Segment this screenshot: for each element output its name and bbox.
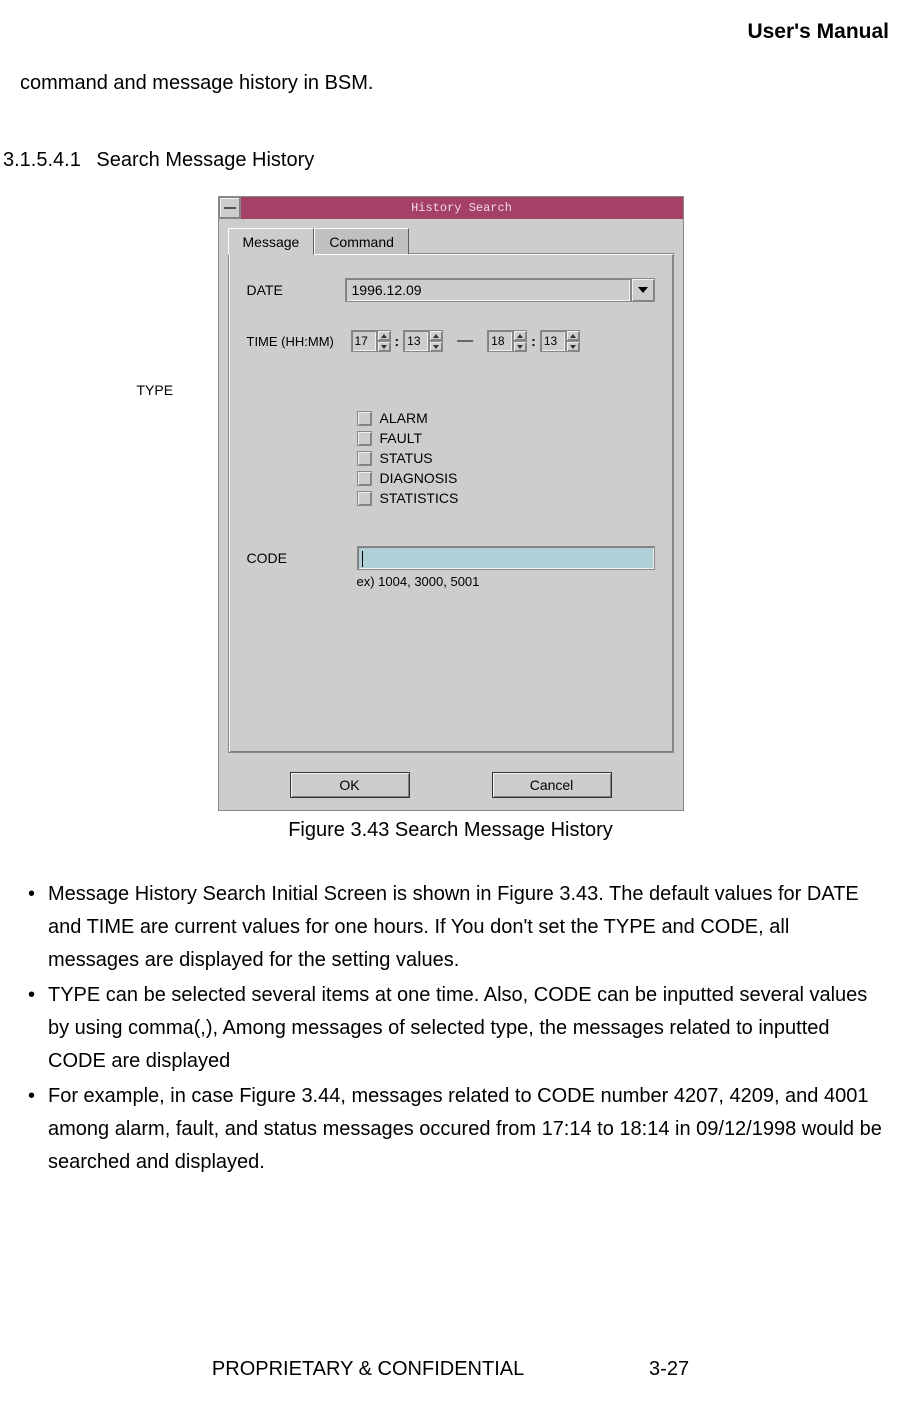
checkbox-statistics[interactable] [357, 491, 372, 506]
document-header: User's Manual [18, 20, 889, 44]
type-option-statistics: STATISTICS [357, 490, 655, 506]
type-option-status: STATUS [357, 450, 655, 466]
date-combo[interactable]: 1996.12.09 [345, 278, 655, 302]
bullet-item: Message History Search Initial Screen is… [28, 878, 883, 977]
time-to-hour[interactable]: 18 [487, 330, 527, 352]
time-range-separator: — [457, 332, 473, 350]
code-label: CODE [247, 550, 357, 566]
spinner-down[interactable] [429, 341, 443, 352]
date-label: DATE [247, 282, 345, 298]
window-titlebar: History Search [219, 197, 683, 219]
spinner-down[interactable] [377, 341, 391, 352]
bullet-item: For example, in case Figure 3.44, messag… [28, 1080, 883, 1179]
type-option-label: FAULT [380, 430, 423, 446]
tab-command[interactable]: Command [314, 228, 409, 254]
time-from-min[interactable]: 13 [403, 330, 443, 352]
type-label: TYPE [137, 382, 655, 398]
bullet-list: Message History Search Initial Screen is… [18, 878, 883, 1179]
time-to-hour-value[interactable]: 18 [487, 330, 513, 352]
system-menu-button[interactable] [219, 197, 241, 219]
cancel-button[interactable]: Cancel [492, 772, 612, 798]
time-colon: : [531, 333, 536, 349]
time-to-min-value[interactable]: 13 [540, 330, 566, 352]
tab-panel: DATE 1996.12.09 TIME (HH:MM) 17 : [228, 253, 674, 753]
section-title: Search Message History [96, 149, 314, 171]
history-search-window: History Search MessageCommand DATE 1996.… [218, 196, 684, 811]
arrow-down-icon [570, 345, 576, 349]
figure-caption: Figure 3.43 Search Message History [18, 819, 883, 842]
code-hint: ex) 1004, 3000, 5001 [357, 574, 655, 589]
footer-classification: PROPRIETARY & CONFIDENTIAL [212, 1358, 524, 1380]
date-value[interactable]: 1996.12.09 [345, 278, 631, 302]
intro-text: command and message history in BSM. [20, 72, 883, 95]
type-option-label: STATISTICS [380, 490, 459, 506]
spinner-up[interactable] [429, 330, 443, 341]
arrow-up-icon [433, 334, 439, 338]
spinner-down[interactable] [513, 341, 527, 352]
time-colon: : [395, 333, 400, 349]
type-option-diagnosis: DIAGNOSIS [357, 470, 655, 486]
time-from-hour-value[interactable]: 17 [351, 330, 377, 352]
checkbox-alarm[interactable] [357, 411, 372, 426]
tab-message[interactable]: Message [228, 228, 315, 255]
arrow-down-icon [517, 345, 523, 349]
type-option-label: DIAGNOSIS [380, 470, 458, 486]
window-title: History Search [241, 197, 683, 219]
checkbox-status[interactable] [357, 451, 372, 466]
arrow-down-icon [433, 345, 439, 349]
arrow-up-icon [381, 334, 387, 338]
checkbox-diagnosis[interactable] [357, 471, 372, 486]
type-option-label: ALARM [380, 410, 428, 426]
time-from-min-value[interactable]: 13 [403, 330, 429, 352]
spinner-up[interactable] [377, 330, 391, 341]
checkbox-fault[interactable] [357, 431, 372, 446]
spinner-down[interactable] [566, 341, 580, 352]
code-input[interactable] [357, 546, 655, 570]
arrow-up-icon [570, 334, 576, 338]
arrow-down-icon [381, 345, 387, 349]
section-number: 3.1.5.4.1 [3, 149, 81, 172]
date-dropdown-button[interactable] [631, 278, 655, 302]
ok-button[interactable]: OK [290, 772, 410, 798]
time-from-hour[interactable]: 17 [351, 330, 391, 352]
time-label: TIME (HH:MM) [247, 334, 345, 349]
section-heading: 3.1.5.4.1 Search Message History [3, 149, 883, 172]
page-number: 3-27 [649, 1358, 689, 1381]
type-option-label: STATUS [380, 450, 433, 466]
spinner-up[interactable] [513, 330, 527, 341]
text-cursor [362, 551, 363, 567]
spinner-up[interactable] [566, 330, 580, 341]
time-to-min[interactable]: 13 [540, 330, 580, 352]
type-option-alarm: ALARM [357, 410, 655, 426]
chevron-down-icon [638, 287, 648, 293]
page-footer: PROPRIETARY & CONFIDENTIAL 3-27 [0, 1358, 901, 1381]
bullet-item: TYPE can be selected several items at on… [28, 979, 883, 1078]
type-option-fault: FAULT [357, 430, 655, 446]
arrow-up-icon [517, 334, 523, 338]
